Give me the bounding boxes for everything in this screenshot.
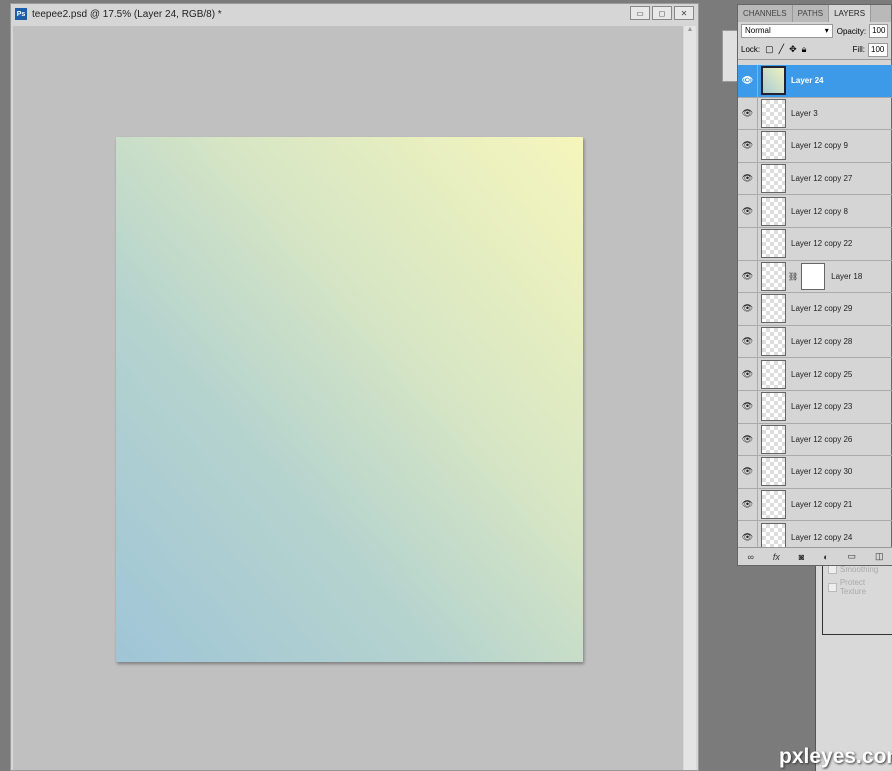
layer-row[interactable]: 👁︎ Layer 12 copy 21 — [738, 488, 892, 522]
layer-row[interactable]: 👁︎ Layer 12 copy 8 — [738, 195, 892, 228]
layer-thumbnail — [761, 424, 786, 454]
layer-row[interactable]: 👁︎ ⛓ Layer 18 — [738, 260, 892, 294]
layer-row[interactable]: 👁︎ Layer 12 copy 26 — [738, 423, 892, 457]
layer-name: Layer 12 copy 8 — [791, 206, 848, 216]
layer-name: Layer 12 copy 25 — [791, 369, 853, 379]
vertical-scrollbar[interactable]: ▲ — [684, 26, 696, 770]
document-title: teepee2.psd @ 17.5% (Layer 24, RGB/8) * — [32, 8, 222, 20]
layer-row[interactable]: Layer 12 copy 22 — [738, 227, 892, 261]
layer-thumbnail — [761, 359, 786, 389]
document-workspace — [13, 26, 683, 770]
visibility-eye-icon[interactable]: 👁︎ — [738, 195, 758, 227]
visibility-eye-icon[interactable]: 👁︎ — [738, 130, 758, 162]
layer-name: Layer 18 — [831, 271, 863, 281]
fill-label: Fill: — [852, 45, 865, 54]
layer-thumbnail — [761, 327, 786, 357]
tab-channels[interactable]: CHANNELS — [738, 5, 793, 22]
layer-name: Layer 12 copy 23 — [791, 402, 853, 412]
checkbox[interactable] — [828, 582, 837, 592]
layer-thumbnail — [761, 229, 786, 259]
layer-mask-thumbnail[interactable] — [801, 262, 826, 290]
layer-name: Layer 12 copy 29 — [791, 304, 853, 314]
visibility-eye-icon[interactable]: 👁︎ — [738, 325, 758, 358]
visibility-eye-icon[interactable]: 👁︎ — [738, 162, 758, 195]
layer-name: Layer 12 copy 26 — [791, 434, 853, 444]
visibility-eye-icon[interactable]: 👁︎ — [738, 390, 758, 423]
layer-row[interactable]: 👁︎ Layer 12 copy 9 — [738, 130, 892, 163]
visibility-eye-icon[interactable]: 👁︎ — [738, 97, 758, 130]
visibility-eye-icon[interactable]: 👁︎ — [738, 65, 758, 97]
adjustment-layer-icon[interactable]: ◐ — [823, 552, 828, 562]
visibility-eye-icon[interactable] — [738, 227, 758, 260]
layer-thumbnail — [761, 490, 786, 520]
opacity-label: Opacity: — [836, 26, 867, 36]
visibility-eye-icon[interactable]: 👁︎ — [738, 488, 758, 521]
layer-thumbnail — [761, 131, 786, 161]
close-button[interactable]: ✕ — [674, 6, 694, 20]
layer-row[interactable]: 👁︎ Layer 12 copy 23 — [738, 390, 892, 424]
document-title-bar[interactable]: Ps teepee2.psd @ 17.5% (Layer 24, RGB/8)… — [11, 4, 698, 24]
brush-options-box: Smoothing Protect Texture — [822, 560, 892, 635]
fx-icon[interactable]: fx — [773, 552, 780, 562]
layer-thumbnail — [761, 392, 786, 422]
layer-thumbnail — [761, 164, 786, 194]
photoshop-icon: Ps — [15, 8, 27, 20]
tab-paths[interactable]: PATHS — [793, 5, 830, 22]
fill-input[interactable]: 100 — [868, 42, 888, 57]
layer-name: Layer 12 copy 22 — [791, 239, 853, 249]
lock-move-icon[interactable]: ✥ — [789, 44, 797, 55]
visibility-eye-icon[interactable]: 👁︎ — [738, 260, 758, 293]
layer-row[interactable]: 👁︎ Layer 3 — [738, 97, 892, 131]
layer-name: Layer 3 — [791, 108, 818, 118]
layer-name: Layer 12 copy 28 — [791, 337, 853, 347]
collapsed-panel-dock[interactable] — [722, 30, 738, 82]
visibility-eye-icon[interactable]: 👁︎ — [738, 358, 758, 390]
layer-name: Layer 12 copy 21 — [791, 500, 853, 510]
layers-list: 👁︎ Layer 24 👁︎ Layer 3 👁︎ Layer 12 copy 9 👁… — [738, 65, 892, 554]
canvas-gradient[interactable] — [116, 137, 583, 662]
mask-link-icon[interactable]: ⛓ — [788, 272, 798, 281]
layer-row[interactable]: 👁︎ Layer 12 copy 27 — [738, 162, 892, 196]
new-layer-icon[interactable]: ◫ — [875, 551, 884, 562]
add-mask-icon[interactable]: ◙ — [799, 552, 804, 562]
new-group-icon[interactable]: ▭ — [848, 551, 857, 562]
link-layers-icon[interactable]: ∞ — [747, 552, 753, 562]
restore-button[interactable]: ◻ — [652, 6, 672, 20]
layers-footer: ∞ fx ◙ ◐ ▭ ◫ — [738, 547, 892, 565]
lock-brush-icon[interactable]: ╱ — [779, 44, 784, 55]
tab-layers[interactable]: LAYERS — [829, 5, 872, 22]
layer-name: Layer 24 — [791, 76, 824, 86]
visibility-eye-icon[interactable]: 👁︎ — [738, 293, 758, 325]
layer-row[interactable]: 👁︎ Layer 12 copy 25 — [738, 358, 892, 391]
layer-name: Layer 12 copy 30 — [791, 467, 853, 477]
watermark: pxleyes.com — [779, 745, 892, 768]
layer-thumbnail — [761, 294, 786, 324]
layer-thumbnail — [761, 196, 786, 226]
lock-label: Lock: — [741, 45, 761, 54]
smoothing-option[interactable]: Smoothing — [828, 565, 892, 574]
layer-thumbnail — [761, 66, 786, 96]
layers-panel: CHANNELS PATHS LAYERS Normal Opacity: 10… — [737, 4, 892, 566]
layer-name: Layer 12 copy 24 — [791, 532, 853, 542]
layer-row[interactable]: 👁︎ Layer 12 copy 28 — [738, 325, 892, 359]
layer-thumbnail — [761, 457, 786, 487]
protect-texture-option[interactable]: Protect Texture — [828, 578, 892, 596]
visibility-eye-icon[interactable]: 👁︎ — [738, 456, 758, 488]
document-window: Ps teepee2.psd @ 17.5% (Layer 24, RGB/8)… — [10, 3, 699, 771]
layer-name: Layer 12 copy 27 — [791, 174, 853, 184]
layer-thumbnail — [761, 98, 786, 128]
layer-row[interactable]: 👁︎ Layer 12 copy 29 — [738, 293, 892, 326]
visibility-eye-icon[interactable]: 👁︎ — [738, 423, 758, 456]
lock-all-icon[interactable]: 🔒︎ — [802, 44, 807, 55]
lock-transparency-icon[interactable]: ▢ — [765, 44, 774, 55]
blend-mode-select[interactable]: Normal — [741, 24, 833, 38]
layer-name: Layer 12 copy 9 — [791, 141, 848, 151]
opacity-input[interactable]: 100 — [869, 24, 888, 38]
minimize-button[interactable]: ▭ — [630, 6, 650, 20]
layer-thumbnail — [761, 261, 786, 291]
checkbox[interactable] — [828, 565, 837, 574]
layer-row[interactable]: 👁︎ Layer 24 — [738, 65, 892, 98]
layer-row[interactable]: 👁︎ Layer 12 copy 30 — [738, 456, 892, 489]
